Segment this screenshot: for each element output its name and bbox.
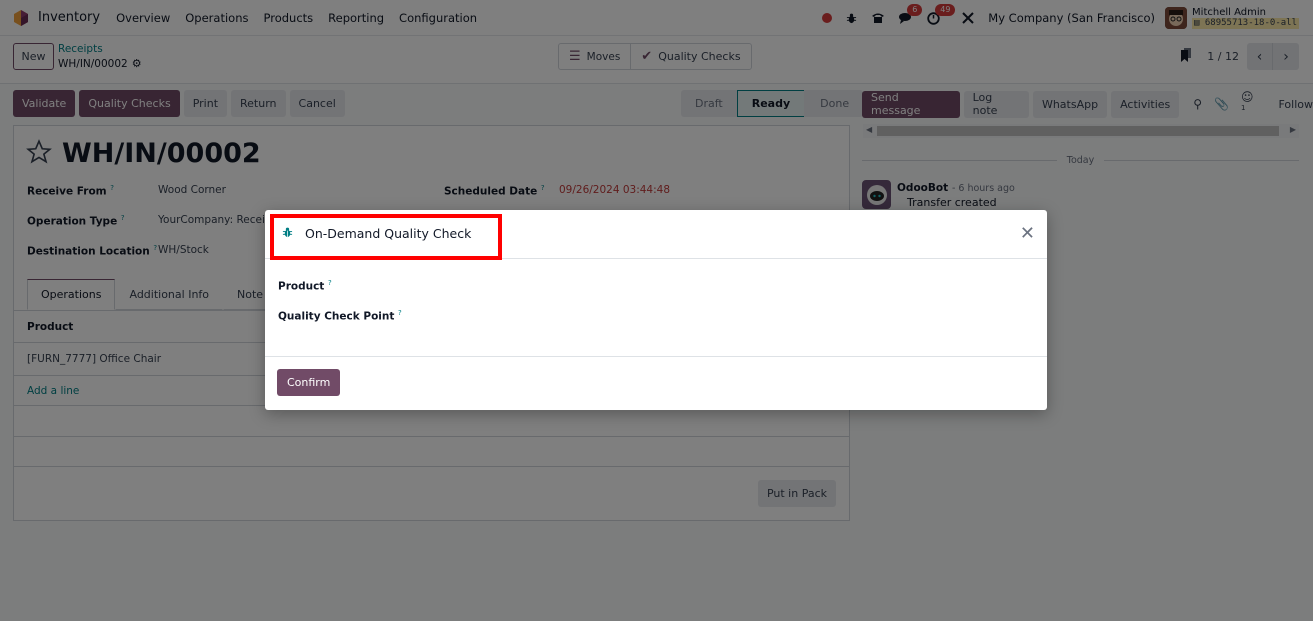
close-icon[interactable]: ✕ xyxy=(1020,225,1035,243)
modal-body: Product ? Quality Check Point ? xyxy=(265,259,1047,357)
product-label: Product ? xyxy=(278,279,332,293)
confirm-button[interactable]: Confirm xyxy=(277,369,341,396)
quality-check-point-field[interactable] xyxy=(425,305,1025,325)
product-field[interactable] xyxy=(425,275,1025,295)
modal-header: On-Demand Quality Check ✕ xyxy=(265,210,1047,260)
modal-footer: Confirm xyxy=(265,357,1047,409)
bug-icon xyxy=(282,226,293,241)
modal-title: On-Demand Quality Check xyxy=(305,226,472,241)
on-demand-quality-check-dialog: On-Demand Quality Check ✕ Product ? Qual… xyxy=(265,210,1047,410)
quality-check-point-label: Quality Check Point ? xyxy=(278,309,402,323)
